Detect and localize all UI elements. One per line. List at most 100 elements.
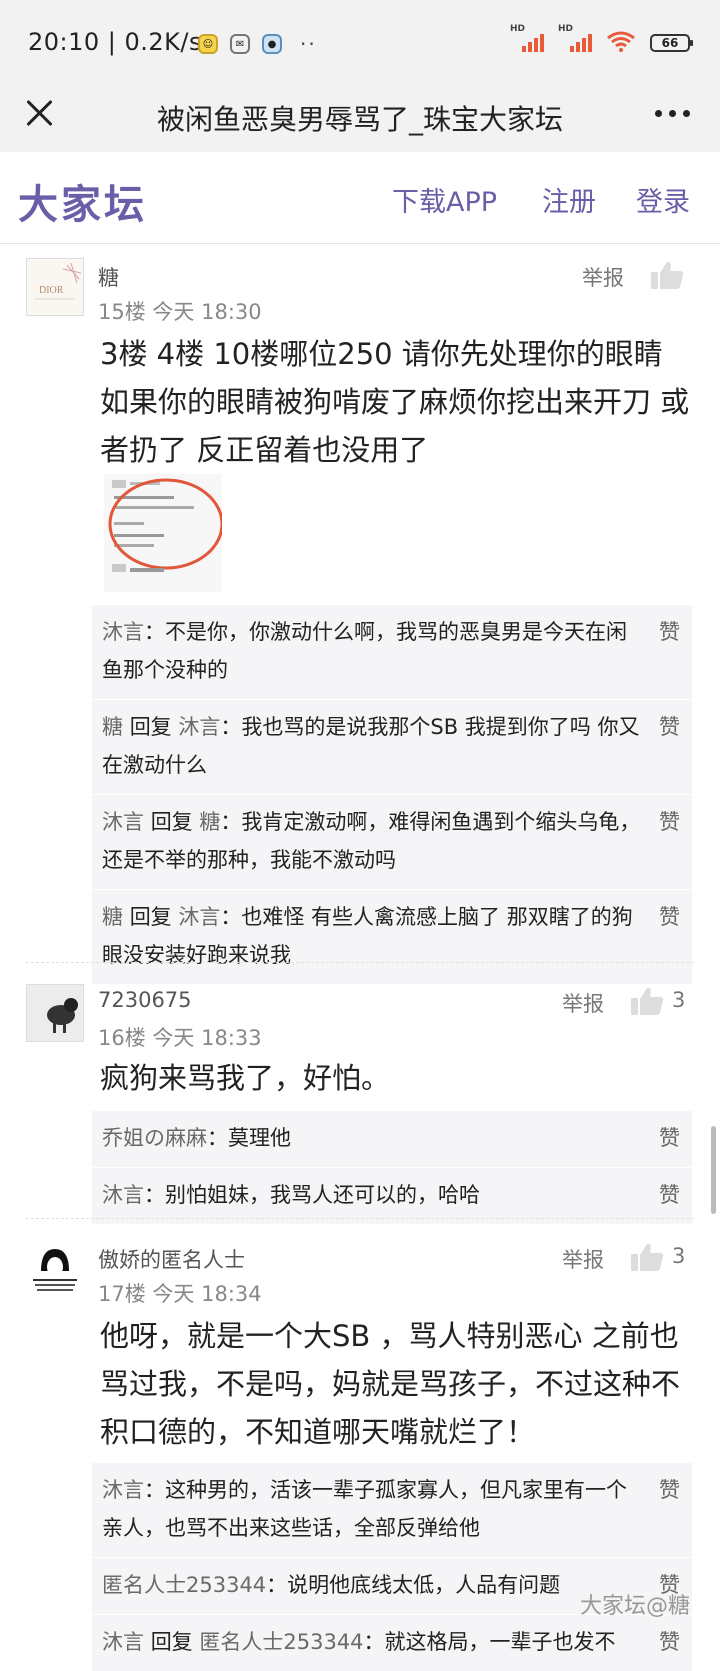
- reply-text: 就这格局，一辈子也发不: [384, 1630, 616, 1654]
- avatar[interactable]: DIOR: [26, 258, 84, 316]
- reply-like-button[interactable]: 赞: [659, 1471, 680, 1509]
- reply-target[interactable]: 糖: [199, 810, 220, 834]
- reply-colon: ：: [220, 905, 242, 929]
- post-time: 今天 18:34: [152, 1282, 262, 1306]
- thumbs-up-icon[interactable]: [650, 260, 684, 290]
- avatar[interactable]: [26, 1240, 84, 1298]
- reply-colon: ：: [144, 1478, 165, 1502]
- app-notification-icon: ☺: [198, 34, 218, 54]
- more-options-icon[interactable]: [655, 110, 690, 117]
- report-button[interactable]: 举报: [582, 262, 624, 292]
- avatar-brand-text: DIOR: [39, 285, 64, 296]
- app-notification-icon: ●: [262, 34, 282, 54]
- reply-like-button[interactable]: 赞: [659, 1623, 680, 1661]
- reply-like-button[interactable]: 赞: [659, 803, 680, 841]
- reply-colon: ：: [207, 1126, 228, 1150]
- reply-author[interactable]: 沐言: [102, 810, 144, 834]
- report-button[interactable]: 举报: [562, 988, 604, 1018]
- reply-colon: ：: [266, 1573, 288, 1597]
- reply-like-button[interactable]: 赞: [659, 1176, 680, 1214]
- post-content: 他呀，就是一个大SB ，骂人特别恶心 之前也骂过我，不是吗，妈就是骂孩子，不过这…: [100, 1319, 681, 1449]
- register-link[interactable]: 注册: [542, 180, 596, 219]
- hd-label: HD: [558, 24, 574, 34]
- status-indicators: HD HD 66: [510, 24, 693, 52]
- reply-text: 说明他底线太低，人品有问题: [287, 1573, 561, 1597]
- reply-item[interactable]: 沐言：别怕姐妹，我骂人还可以的，哈哈 赞: [92, 1167, 692, 1224]
- post-divider: [26, 1218, 694, 1219]
- reply-item[interactable]: 沐言 回复 匿名人士253344：就这格局，一辈子也发不 赞: [92, 1614, 692, 1671]
- reply-colon: ：: [363, 1630, 385, 1654]
- reply-word: 回复: [129, 905, 172, 929]
- post-author[interactable]: 糖: [98, 262, 119, 292]
- post-author[interactable]: 傲娇的匿名人士: [98, 1244, 245, 1274]
- reply-word: 回复: [150, 810, 193, 834]
- post-time: 今天 18:30: [152, 300, 262, 324]
- reply-word: 回复: [129, 715, 172, 739]
- status-time: 20:10 | 0.2K/s: [28, 28, 203, 56]
- login-link[interactable]: 登录: [636, 180, 690, 219]
- reply-text: 别怕姐妹，我骂人还可以的，哈哈: [165, 1183, 480, 1207]
- reply-like-button[interactable]: 赞: [659, 708, 680, 746]
- reply-author[interactable]: 匿名人士253344: [102, 1573, 266, 1597]
- reply-target[interactable]: 沐言: [178, 715, 220, 739]
- reply-target[interactable]: 沐言: [178, 905, 220, 929]
- browser-title-bar: 被闲鱼恶臭男辱骂了_珠宝大家坛: [0, 80, 720, 152]
- scrollbar[interactable]: [711, 1126, 716, 1214]
- reply-author[interactable]: 沐言: [102, 1630, 144, 1654]
- reply-text: 莫理他: [228, 1126, 291, 1150]
- reply-like-button[interactable]: 赞: [659, 898, 680, 936]
- like-count: 3: [672, 1244, 686, 1268]
- post-content: 3楼 4楼 10楼哪位250 请你先处理你的眼睛 如果你的眼睛被狗啃废了麻烦你挖…: [100, 337, 690, 467]
- post-meta: 17楼 今天 18:34: [98, 1278, 262, 1308]
- post-divider: [26, 962, 694, 963]
- reply-like-button[interactable]: 赞: [659, 1119, 680, 1157]
- thumbs-up-icon[interactable]: [630, 986, 664, 1016]
- post-image[interactable]: [104, 474, 222, 592]
- watermark: 大家坛@糖: [579, 1594, 690, 1619]
- network-speed: 0.2K/s: [124, 28, 203, 56]
- reply-colon: ：: [144, 1183, 165, 1207]
- app-notification-icon: ✉: [230, 34, 250, 54]
- reply-author[interactable]: 沐言: [102, 620, 144, 644]
- more-notifications-icon: ··: [300, 32, 317, 56]
- reply-item[interactable]: 沐言：这种男的，活该一辈子孤家寡人，但凡家里有一个亲人，也骂不出来这些话，全部反…: [92, 1462, 692, 1557]
- reply-item[interactable]: 糖 回复 沐言：也难怪 有些人禽流感上脑了 那双瞎了的狗眼没安装好跑来说我 赞: [92, 889, 692, 984]
- reply-item[interactable]: 沐言 回复 糖：我肯定激动啊，难得闲鱼遇到个缩头乌龟，还是不举的那种，我能不激动…: [92, 794, 692, 889]
- clock-text: 20:10: [28, 28, 100, 56]
- post-floor: 16楼: [98, 1026, 146, 1050]
- reply-author[interactable]: 乔姐の麻麻: [102, 1126, 207, 1150]
- reply-text: 不是你，你激动什么啊，我骂的恶臭男是今天在闲鱼那个没种的: [102, 620, 627, 682]
- status-bar: 20:10 | 0.2K/s ☺ ✉ ● ·· HD HD 66: [0, 0, 720, 80]
- report-button[interactable]: 举报: [562, 1244, 604, 1274]
- reply-item[interactable]: 乔姐の麻麻：莫理他 赞: [92, 1110, 692, 1167]
- post-floor: 15楼: [98, 300, 146, 324]
- wifi-icon: [606, 30, 636, 52]
- reply-like-button[interactable]: 赞: [659, 613, 680, 651]
- post-content: 疯狗来骂我了，好怕。: [100, 1061, 391, 1095]
- post-author[interactable]: 7230675: [98, 988, 192, 1012]
- signal-icon: HD: [558, 24, 592, 52]
- thumbs-up-icon[interactable]: [630, 1242, 664, 1272]
- reply-colon: ：: [220, 810, 242, 834]
- download-app-link[interactable]: 下载APP: [392, 180, 497, 219]
- site-logo[interactable]: 大家坛: [18, 172, 147, 230]
- reply-word: 回复: [150, 1630, 193, 1654]
- site-header: 大家坛 下载APP 注册 登录: [0, 152, 720, 244]
- reply-colon: ：: [220, 715, 242, 739]
- reply-target[interactable]: 匿名人士253344: [199, 1630, 363, 1654]
- reply-list: 乔姐の麻麻：莫理他 赞 沐言：别怕姐妹，我骂人还可以的，哈哈 赞: [92, 1110, 692, 1224]
- reply-author[interactable]: 沐言: [102, 1478, 144, 1502]
- post-time: 今天 18:33: [152, 1026, 262, 1050]
- reply-author[interactable]: 糖: [102, 905, 123, 929]
- reply-colon: ：: [144, 620, 165, 644]
- reply-list: 沐言：不是你，你激动什么啊，我骂的恶臭男是今天在闲鱼那个没种的 赞 糖 回复 沐…: [92, 604, 692, 984]
- hd-label: HD: [510, 24, 526, 34]
- reply-author[interactable]: 糖: [102, 715, 123, 739]
- page-title: 被闲鱼恶臭男辱骂了_珠宝大家坛: [156, 103, 563, 136]
- reply-item[interactable]: 糖 回复 沐言：我也骂的是说我那个SB 我提到你了吗 你又在激动什么 赞: [92, 699, 692, 794]
- reply-author[interactable]: 沐言: [102, 1183, 144, 1207]
- reply-item[interactable]: 沐言：不是你，你激动什么啊，我骂的恶臭男是今天在闲鱼那个没种的 赞: [92, 604, 692, 699]
- avatar[interactable]: [26, 984, 84, 1042]
- battery-icon: 66: [650, 34, 693, 52]
- post-floor: 17楼: [98, 1282, 146, 1306]
